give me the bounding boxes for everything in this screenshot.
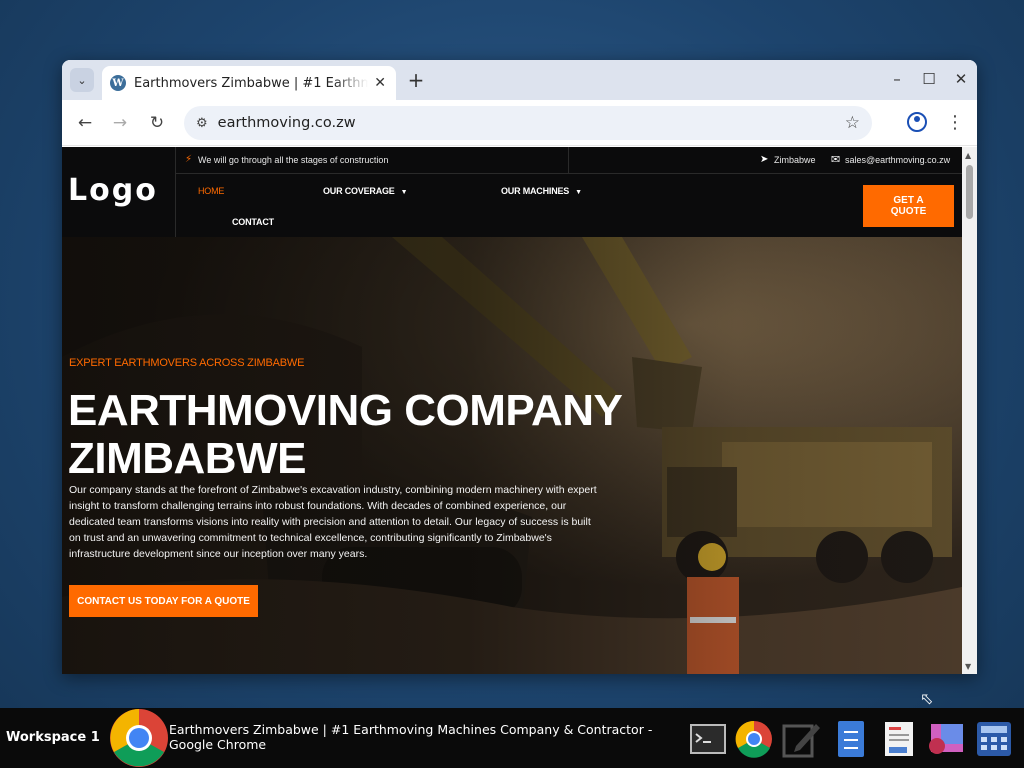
hero-section: EXPERT EARTHMOVERS ACROSS ZIMBABWE EARTH…	[62, 237, 962, 674]
reload-icon[interactable]: ↻	[146, 112, 168, 134]
caret-down-icon: ▼	[400, 189, 408, 196]
top-info-bar: ⚡ We will go through all the stages of c…	[176, 147, 962, 174]
site-logo[interactable]: Logo	[68, 173, 158, 208]
site-header: Logo ⚡ We will go through all the stages…	[62, 147, 962, 237]
nav-our-machines-label: OUR MACHINES	[501, 186, 570, 196]
browser-toolbar: ← → ↻ ⚙ earthmoving.co.zw ☆ ⋮	[62, 100, 977, 146]
get-a-quote-button[interactable]: GET A QUOTE	[863, 185, 954, 227]
url-text[interactable]: earthmoving.co.zw	[218, 115, 356, 131]
caret-down-icon: ▼	[575, 189, 582, 196]
text-editor-icon[interactable]	[782, 720, 820, 758]
hero-description: Our company stands at the forefront of Z…	[69, 484, 597, 560]
tagline: We will go through all the stages of con…	[198, 155, 389, 165]
scroll-down-icon[interactable]: ▼	[965, 662, 971, 671]
scroll-thumb[interactable]	[966, 165, 973, 219]
nav-our-machines[interactable]: OUR MACHINES ▼	[501, 186, 582, 196]
location-arrow-icon: ➤	[760, 154, 769, 165]
tab-title: Earthmovers Zimbabwe | #1 Earthmoving Ma…	[134, 75, 369, 91]
tab-list-button[interactable]: ⌄	[70, 68, 94, 92]
location-text: Zimbabwe	[774, 155, 816, 165]
email-link[interactable]: sales@earthmoving.co.zw	[845, 155, 950, 165]
back-icon[interactable]: ←	[74, 112, 96, 134]
browser-tab[interactable]: W Earthmovers Zimbabwe | #1 Earthmoving …	[102, 66, 396, 100]
active-window-title[interactable]: Earthmovers Zimbabwe | #1 Earthmoving Ma…	[169, 722, 684, 752]
bolt-icon: ⚡	[185, 154, 193, 165]
chrome-icon[interactable]	[110, 708, 168, 768]
hero-eyebrow: EXPERT EARTHMOVERS ACROSS ZIMBABWE	[69, 357, 305, 369]
nav-our-coverage[interactable]: OUR COVERAGE ▼	[323, 186, 408, 196]
chevron-down-icon: ⌄	[77, 73, 87, 87]
browser-window: ⌄ W Earthmovers Zimbabwe | #1 Earthmovin…	[62, 60, 977, 674]
mail-icon: ✉	[831, 153, 841, 166]
kebab-menu-icon[interactable]: ⋮	[946, 112, 964, 133]
profile-icon[interactable]	[907, 112, 927, 132]
nav-contact[interactable]: CONTACT	[232, 217, 274, 227]
mouse-cursor-icon: ⬁	[920, 689, 934, 708]
terminal-icon[interactable]	[689, 720, 727, 758]
divider	[568, 147, 569, 174]
workspace-label[interactable]: Workspace 1	[6, 730, 100, 745]
image-viewer-icon[interactable]	[927, 720, 965, 758]
tab-strip: ⌄ W Earthmovers Zimbabwe | #1 Earthmovin…	[62, 60, 977, 100]
close-icon[interactable]: ✕	[374, 75, 386, 91]
forward-icon[interactable]: →	[109, 112, 131, 134]
window-close-icon[interactable]: ✕	[951, 70, 971, 88]
nav-home[interactable]: HOME	[198, 186, 224, 196]
address-bar[interactable]: ⚙ earthmoving.co.zw ☆	[184, 106, 872, 140]
new-tab-button[interactable]: +	[404, 68, 428, 92]
minimize-icon[interactable]: –	[887, 70, 907, 88]
wordpress-icon: W	[110, 75, 126, 91]
page-scrollbar[interactable]: ▲ ▼	[962, 147, 977, 674]
scroll-up-icon[interactable]: ▲	[965, 151, 971, 160]
file-manager-icon[interactable]	[832, 720, 870, 758]
chrome-icon[interactable]	[735, 720, 773, 758]
bookmark-star-icon[interactable]: ☆	[845, 113, 860, 133]
hero-title: EARTHMOVING COMPANY ZIMBABWE	[68, 386, 622, 483]
nav-our-coverage-label: OUR COVERAGE	[323, 186, 395, 196]
document-viewer-icon[interactable]	[880, 720, 918, 758]
calculator-icon[interactable]	[975, 720, 1013, 758]
site-info-icon[interactable]: ⚙	[196, 116, 208, 131]
taskbar: Workspace 1 Earthmovers Zimbabwe | #1 Ea…	[0, 708, 1024, 768]
contact-us-quote-button[interactable]: CONTACT US TODAY FOR A QUOTE	[69, 585, 258, 617]
maximize-icon[interactable]: ☐	[919, 70, 939, 88]
page-viewport: Logo ⚡ We will go through all the stages…	[62, 147, 962, 674]
